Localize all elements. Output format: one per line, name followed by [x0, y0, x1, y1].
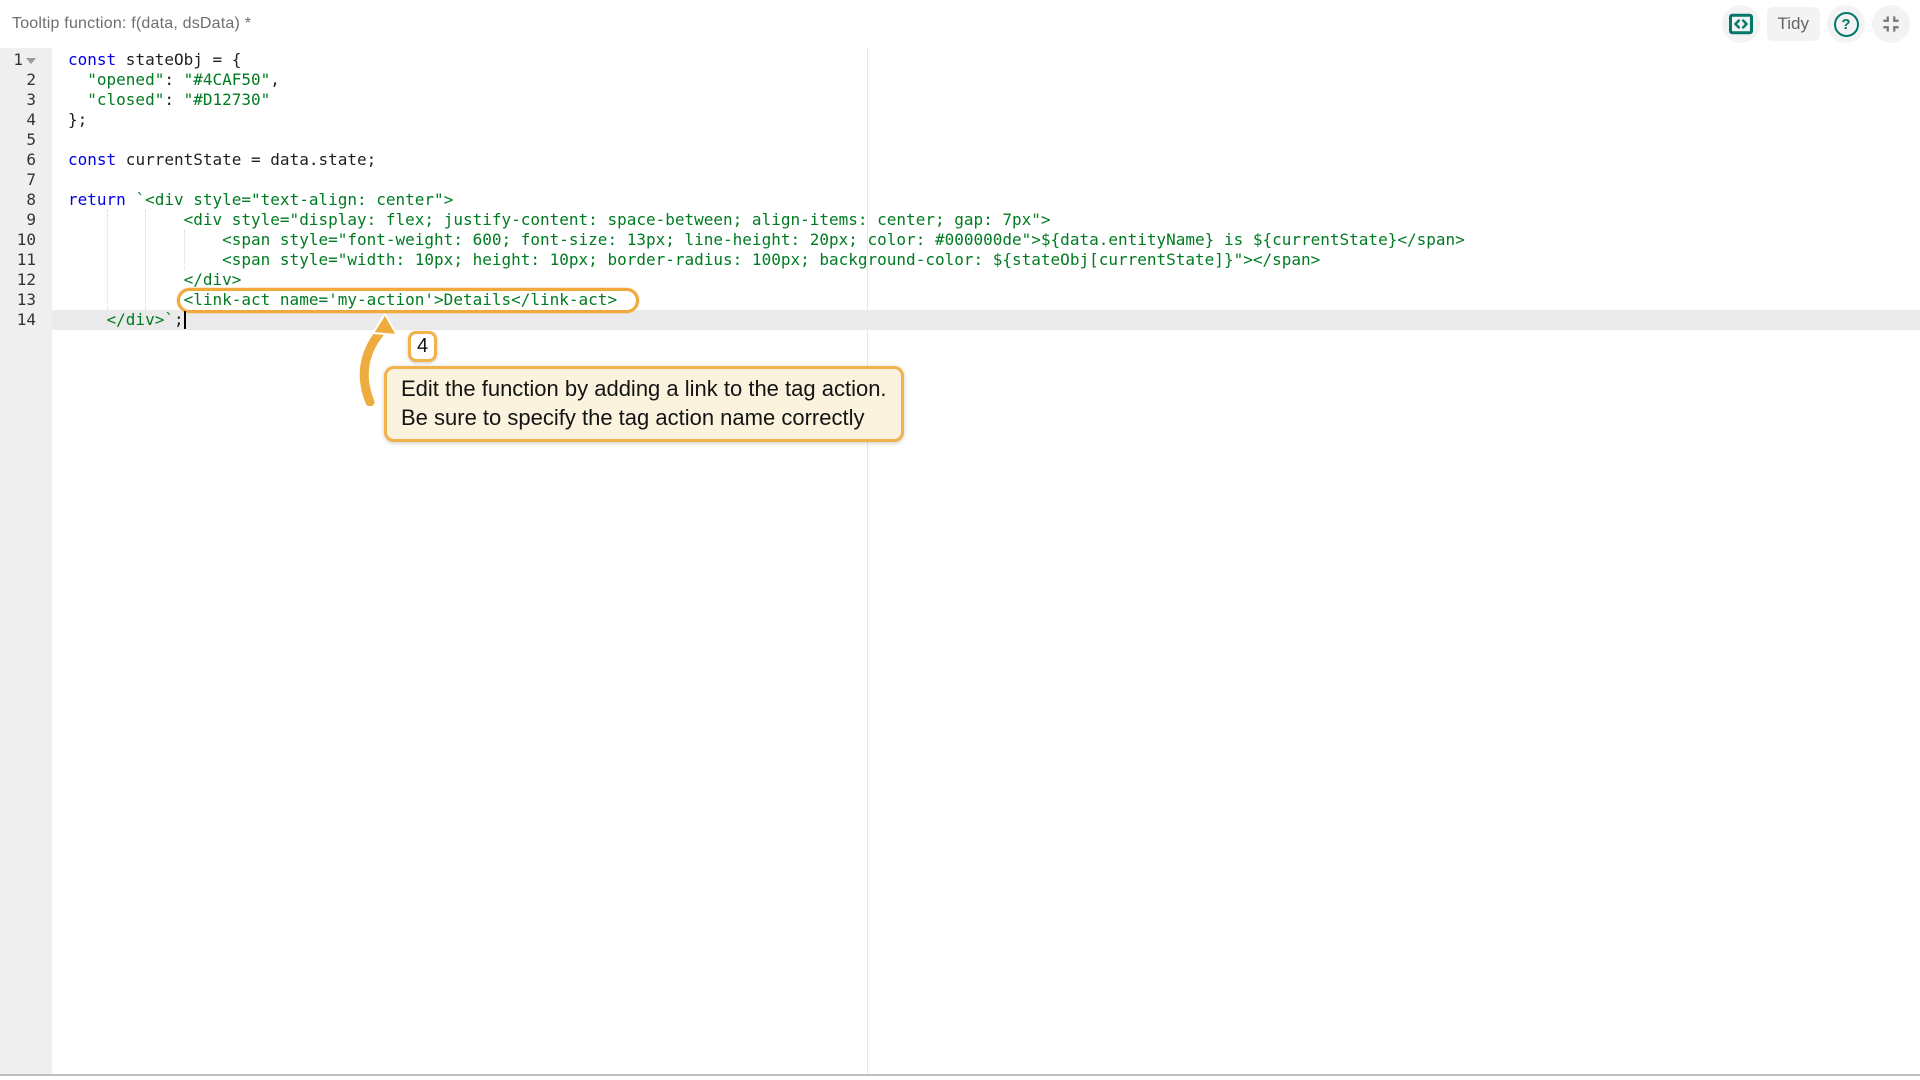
- code-token: "opened": [87, 70, 164, 89]
- code-token: <span style="width: 10px; height: 10px; …: [68, 250, 1320, 269]
- gutter-line-number[interactable]: 10: [0, 230, 52, 250]
- gutter-line-number[interactable]: 3: [0, 90, 52, 110]
- code-line: <span style="font-weight: 600; font-size…: [68, 230, 1465, 250]
- annotation-tooltip: Edit the function by adding a link to th…: [384, 366, 904, 442]
- gutter-line-number[interactable]: 6: [0, 150, 52, 170]
- code-token: <span style="font-weight: 600; font-size…: [68, 230, 1465, 249]
- code-token: const: [68, 150, 116, 169]
- help-button[interactable]: ?: [1827, 5, 1865, 43]
- code-highlight-outline: [177, 288, 639, 313]
- tooltip-line: Be sure to specify the tag action name c…: [401, 403, 887, 432]
- tidy-button[interactable]: Tidy: [1767, 7, 1821, 41]
- code-token: return: [68, 190, 126, 209]
- gutter-line-number[interactable]: 8: [0, 190, 52, 210]
- code-line: "opened": "#4CAF50",: [68, 70, 280, 90]
- page-title: Tooltip function: f(data, dsData) *: [12, 15, 251, 33]
- header-actions: Tidy ?: [1722, 5, 1911, 43]
- active-line-highlight: [52, 310, 1920, 330]
- code-token: `<div style="text-align: center">: [135, 190, 453, 209]
- code-line: };: [68, 110, 87, 130]
- code-token: ;: [174, 310, 184, 329]
- header: Tooltip function: f(data, dsData) * Tidy…: [0, 0, 1920, 48]
- code-line: "closed": "#D12730": [68, 90, 270, 110]
- code-token: [68, 70, 87, 89]
- code-line: const stateObj = {: [68, 50, 241, 70]
- code-block-button[interactable]: [1722, 5, 1760, 43]
- code-token: [68, 90, 87, 109]
- code-line: <span style="width: 10px; height: 10px; …: [68, 250, 1320, 270]
- fullscreen-exit-icon: [1878, 11, 1904, 37]
- code-token: [126, 190, 136, 209]
- gutter-line-number[interactable]: 7: [0, 170, 52, 190]
- help-icon: ?: [1834, 12, 1859, 37]
- code-line: </div>: [68, 270, 241, 290]
- gutter-line-number[interactable]: 2: [0, 70, 52, 90]
- code-line: return `<div style="text-align: center">: [68, 190, 453, 210]
- code-token: </div>`: [68, 310, 174, 329]
- code-token: <div style="display: flex; justify-conte…: [68, 210, 1051, 229]
- code-token: "#D12730": [184, 90, 271, 109]
- code-block-icon: [1727, 10, 1755, 38]
- code-line: <div style="display: flex; justify-conte…: [68, 210, 1051, 230]
- code-token: :: [164, 90, 183, 109]
- fold-icon[interactable]: [26, 58, 36, 64]
- text-cursor: [184, 311, 186, 329]
- gutter-line-number[interactable]: 11: [0, 250, 52, 270]
- step-badge: 4: [408, 331, 437, 362]
- code-token: };: [68, 110, 87, 129]
- fullscreen-exit-button[interactable]: [1872, 5, 1910, 43]
- code-token: </div>: [68, 270, 241, 289]
- code-token: "closed": [87, 90, 164, 109]
- code-token: :: [164, 70, 183, 89]
- code-line: </div>`;: [68, 310, 184, 330]
- tooltip-line: Edit the function by adding a link to th…: [401, 374, 887, 403]
- gutter-line-number[interactable]: 9: [0, 210, 52, 230]
- code-token: const: [68, 50, 116, 69]
- gutter-line-number[interactable]: 4: [0, 110, 52, 130]
- code-token: "#4CAF50": [184, 70, 271, 89]
- code-area[interactable]: const stateObj = { "opened": "#4CAF50", …: [52, 50, 1920, 1074]
- gutter-line-number[interactable]: 5: [0, 130, 52, 150]
- gutter-line-number[interactable]: 13: [0, 290, 52, 310]
- gutter-line-number[interactable]: 14: [0, 310, 52, 330]
- code-token: stateObj = {: [116, 50, 241, 69]
- gutter-line-number[interactable]: 12: [0, 270, 52, 290]
- gutter-line-number[interactable]: 1: [0, 50, 52, 70]
- gutter: 1234567891011121314: [0, 48, 52, 1074]
- code-token: ,: [270, 70, 280, 89]
- code-token: currentState = data.state;: [116, 150, 376, 169]
- code-line: const currentState = data.state;: [68, 150, 376, 170]
- code-editor[interactable]: 1234567891011121314 const stateObj = { "…: [0, 48, 1920, 1076]
